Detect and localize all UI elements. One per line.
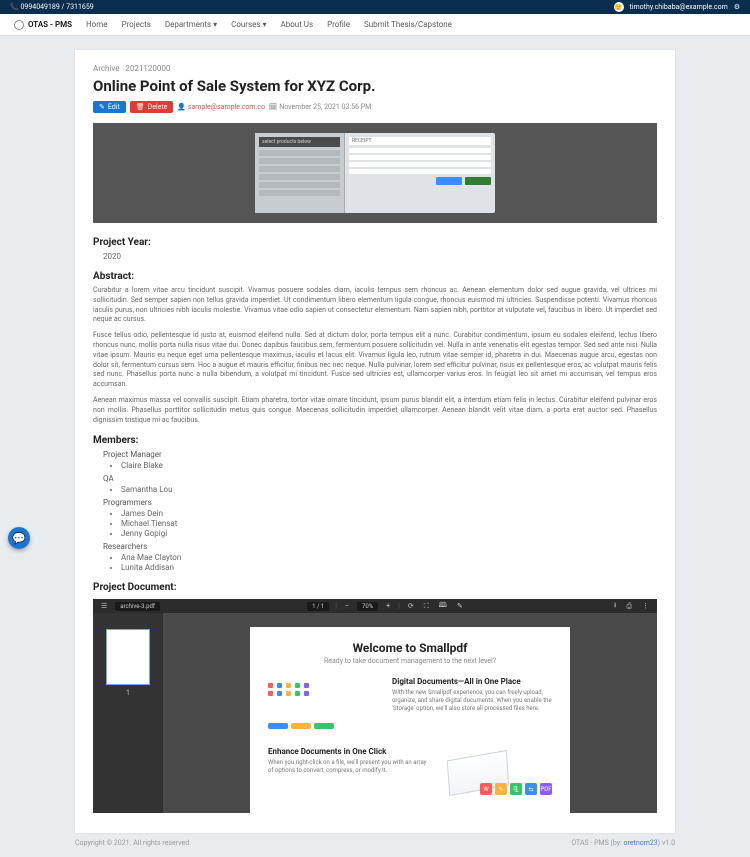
banner-select-label: select products below: [259, 137, 340, 147]
nav-profile[interactable]: Profile: [327, 20, 350, 29]
gear-icon[interactable]: ⚙: [734, 3, 740, 11]
member-item: Ana Mae Clayton: [121, 553, 657, 562]
delete-button[interactable]: 🗑Delete: [130, 101, 174, 113]
member-item: Lunita Addisan: [121, 563, 657, 572]
post-date: November 25, 2021 03:56 PM: [279, 103, 371, 111]
members-heading: Members:: [93, 435, 657, 446]
thumbnail-number: 1: [126, 689, 130, 697]
avatar[interactable]: 🙂: [614, 2, 624, 12]
fit-page-icon[interactable]: ⛶: [422, 602, 431, 611]
annotate-icon[interactable]: ✎: [455, 602, 465, 610]
member-item: Samantha Lou: [121, 485, 657, 494]
abstract-p1: Curabitur a lorem vitae arcu tincidunt s…: [93, 286, 657, 325]
nav-courses[interactable]: Courses ▾: [231, 20, 266, 29]
nav-home[interactable]: Home: [86, 20, 108, 29]
brand-logo-icon: [14, 20, 24, 30]
breadcrumb-id: 2021120000: [125, 64, 170, 73]
nav-submit[interactable]: Submit Thesis/Capstone: [364, 20, 452, 29]
thumbnail-panel: 1: [93, 613, 163, 813]
breadcrumb: Archive 2021120000: [93, 64, 657, 73]
pencil-icon: ✎: [99, 103, 105, 111]
document-heading: Project Document:: [93, 582, 657, 593]
nav-departments[interactable]: Departments ▾: [165, 20, 217, 29]
author-link[interactable]: sample@sample.com.co: [188, 103, 265, 111]
footer-credit: OTAS - PMS (by: oretnom23) v1.0: [571, 839, 675, 847]
more-icon[interactable]: ⋮: [640, 602, 651, 610]
member-item: James Dein: [121, 509, 657, 518]
rotate-icon[interactable]: ⟳: [406, 602, 416, 610]
abstract-heading: Abstract:: [93, 271, 657, 282]
main-nav: OTAS - PMS Home Projects Departments ▾ C…: [0, 14, 750, 36]
nav-about[interactable]: About Us: [281, 20, 314, 29]
user-icon: 👤: [177, 103, 186, 111]
edit-button[interactable]: ✎Edit: [93, 101, 126, 113]
member-role: Project Manager: [103, 450, 657, 459]
year-value: 2020: [103, 252, 657, 261]
pdf-page: Welcome to Smallpdf Ready to take docume…: [250, 627, 570, 813]
chat-icon: 💬: [12, 532, 26, 545]
sidebar-toggle-icon[interactable]: ☰: [99, 602, 109, 610]
zoom-level: 70%: [357, 602, 378, 611]
brand-text: OTAS - PMS: [28, 20, 72, 29]
member-role: Programmers: [103, 498, 657, 507]
zoom-in-button[interactable]: +: [384, 602, 392, 610]
pdf-block2-heading: Enhance Documents in One Click: [268, 747, 428, 756]
pdf-filename: archive-3.pdf: [115, 602, 160, 611]
member-item: Claire Blake: [121, 461, 657, 470]
footer-copyright: Copyright © 2021. All rights reserved.: [75, 839, 191, 847]
zoom-out-button[interactable]: −: [343, 602, 351, 610]
member-item: Michael Tiensat: [121, 519, 657, 528]
year-heading: Project Year:: [93, 237, 657, 248]
pdf-title: Welcome to Smallpdf: [268, 641, 552, 655]
banner-image: select products below RECEIPT: [93, 123, 657, 223]
top-info-bar: 📞 0994049189 / 7311659 🙂 timothy.chibaba…: [0, 0, 750, 14]
pdf-viewer: ☰ archive-3.pdf 1 / 1 | − 70% + | ⟳ ⛶ 🕮 …: [93, 599, 657, 813]
pdf-block1-heading: Digital Documents—All in One Place: [392, 677, 552, 686]
chat-fab[interactable]: 💬: [8, 527, 30, 549]
member-item: Jenny Gopigi: [121, 529, 657, 538]
page-title: Online Point of Sale System for XYZ Corp…: [93, 77, 657, 95]
member-role: Researchers: [103, 542, 657, 551]
banner-receipt-label: RECEIPT: [349, 137, 491, 145]
page-thumbnail[interactable]: [106, 629, 150, 685]
pdf-subtitle: Ready to take document management to the…: [268, 657, 552, 665]
pdf-page-area[interactable]: Welcome to Smallpdf Ready to take docume…: [163, 613, 657, 813]
abstract-p2: Fusce tellus odio, pellentesque id justo…: [93, 331, 657, 390]
contact-phone: 📞 0994049189 / 7311659: [10, 3, 94, 11]
breadcrumb-archive[interactable]: Archive: [93, 64, 119, 73]
art-digital-docs: [268, 677, 378, 733]
read-aloud-icon[interactable]: 🕮: [437, 601, 449, 612]
brand[interactable]: OTAS - PMS: [14, 20, 72, 30]
pdf-toolbar: ☰ archive-3.pdf 1 / 1 | − 70% + | ⟳ ⛶ 🕮 …: [93, 599, 657, 613]
member-role: QA: [103, 474, 657, 483]
post-meta: 👤 sample@sample.com.co 🗓 November 25, 20…: [177, 103, 371, 111]
calendar-icon: 🗓: [269, 103, 278, 111]
art-enhance: W✎🗜⇆PDF: [442, 747, 552, 803]
page-indicator: 1 / 1: [307, 602, 329, 611]
content-card: Archive 2021120000 Online Point of Sale …: [75, 50, 675, 833]
trash-icon: 🗑: [136, 103, 145, 111]
footer-credit-link[interactable]: oretnom23: [624, 839, 658, 847]
print-icon[interactable]: ⎙: [624, 602, 634, 611]
download-icon[interactable]: ⭳: [612, 601, 618, 612]
abstract-p3: Aenean maximus massa vel convallis susci…: [93, 396, 657, 425]
user-email[interactable]: timothy.chibaba@example.com: [630, 3, 728, 11]
site-footer: Copyright © 2021. All rights reserved. O…: [75, 839, 675, 847]
pdf-block2-text: When you right-click on a file, we'll pr…: [268, 759, 428, 775]
nav-projects[interactable]: Projects: [122, 20, 151, 29]
pdf-block1-text: With the new Smallpdf experience, you ca…: [392, 689, 552, 712]
